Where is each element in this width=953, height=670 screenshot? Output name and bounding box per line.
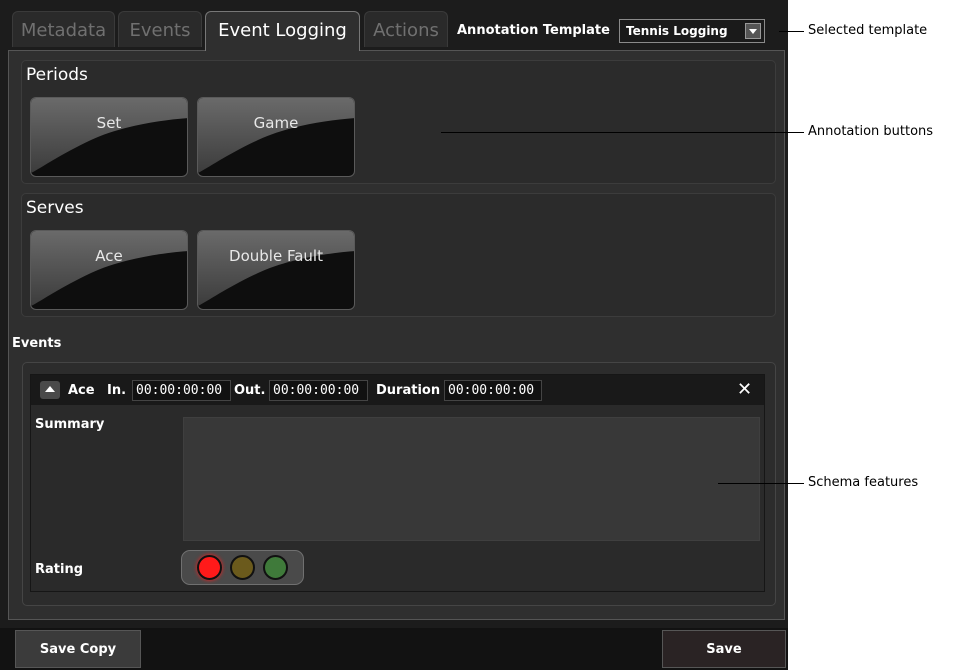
- rating-control[interactable]: [181, 550, 304, 585]
- button-gloss: [31, 231, 187, 306]
- tab-actions[interactable]: Actions: [364, 11, 448, 47]
- annotation-button-double-fault[interactable]: Double Fault: [197, 230, 355, 310]
- close-icon[interactable]: ✕: [737, 379, 752, 400]
- annotation-template-value: Tennis Logging: [626, 24, 728, 38]
- rating-label: Rating: [35, 562, 84, 577]
- collapse-icon[interactable]: [40, 381, 60, 399]
- event-logging-panel: Metadata Events Event Logging Actions An…: [0, 0, 788, 670]
- annotation-button-label: Ace: [95, 247, 123, 265]
- annotation-template-label: Annotation Template: [457, 23, 610, 38]
- callout-schema-features: Schema features: [808, 475, 919, 490]
- callout-selected-template: Selected template: [808, 23, 928, 38]
- callout-line-schema: [718, 483, 804, 484]
- annotation-template-select[interactable]: Tennis Logging: [619, 19, 765, 43]
- chevron-down-icon[interactable]: [745, 23, 761, 39]
- save-button[interactable]: Save: [662, 630, 786, 668]
- duration-label: Duration: [376, 383, 441, 398]
- summary-textarea[interactable]: [183, 417, 760, 541]
- group-periods: Periods Set Game: [21, 60, 776, 184]
- button-gloss: [31, 98, 187, 173]
- group-serves: Serves Ace Double Fault: [21, 193, 776, 317]
- in-label: In.: [107, 383, 127, 398]
- rating-light-green[interactable]: [263, 555, 288, 580]
- out-timecode-field[interactable]: 00:00:00:00: [269, 380, 368, 401]
- group-title-periods: Periods: [26, 65, 88, 85]
- annotation-button-label: Set: [96, 114, 122, 132]
- duration-timecode-field[interactable]: 00:00:00:00: [444, 380, 542, 401]
- callout-line-template: [779, 31, 804, 32]
- tab-event-logging[interactable]: Event Logging: [205, 11, 360, 51]
- in-timecode-field[interactable]: 00:00:00:00: [132, 380, 231, 401]
- button-gloss: [198, 98, 354, 173]
- annotation-button-ace[interactable]: Ace: [30, 230, 188, 310]
- rating-light-yellow[interactable]: [230, 555, 255, 580]
- out-label: Out.: [234, 383, 266, 398]
- rating-light-red[interactable]: [197, 555, 222, 580]
- tab-events[interactable]: Events: [118, 11, 202, 47]
- annotation-button-set[interactable]: Set: [30, 97, 188, 177]
- annotation-button-label: Double Fault: [229, 247, 323, 265]
- summary-label: Summary: [35, 417, 105, 432]
- events-section-label: Events: [12, 336, 62, 351]
- button-gloss: [198, 231, 354, 306]
- annotation-button-label: Game: [253, 114, 299, 132]
- save-copy-button[interactable]: Save Copy: [15, 630, 141, 668]
- tab-metadata[interactable]: Metadata: [12, 11, 115, 47]
- group-title-serves: Serves: [26, 198, 84, 218]
- event-name: Ace: [68, 383, 95, 398]
- annotation-button-game[interactable]: Game: [197, 97, 355, 177]
- callout-line-buttons: [441, 132, 804, 133]
- callout-annotation-buttons: Annotation buttons: [808, 124, 934, 139]
